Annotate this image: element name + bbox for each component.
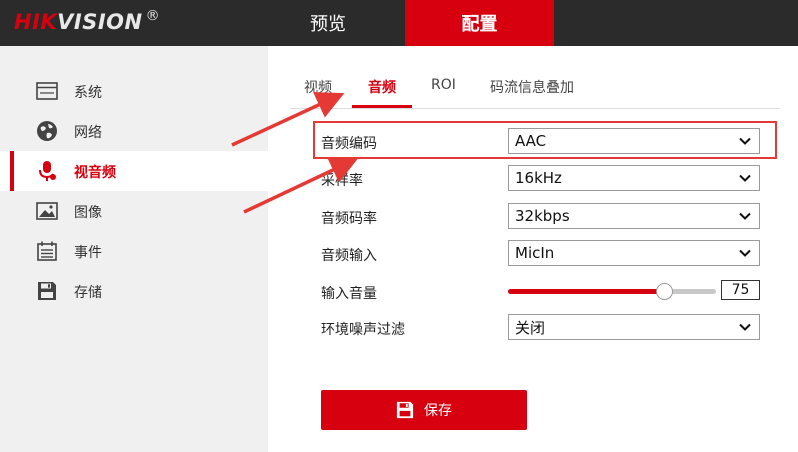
save-button[interactable]: 保存 — [321, 390, 527, 430]
hikvision-logo: HIK VISION ® — [14, 8, 160, 36]
globe-icon — [36, 121, 58, 141]
chevron-down-icon — [739, 137, 751, 145]
sidebar-item-label: 视音频 — [74, 165, 116, 181]
sidebar-item-system[interactable]: 系统 — [0, 71, 268, 111]
image-icon — [36, 201, 58, 221]
sidebar-item-event[interactable]: 事件 — [0, 231, 268, 271]
sidebar-item-image[interactable]: 图像 — [0, 191, 268, 231]
microphone-icon — [36, 161, 58, 181]
audio-encoding-select[interactable]: AAC — [508, 128, 760, 154]
floppy-disk-icon — [396, 401, 414, 419]
logo-vision-text: VISION — [57, 10, 143, 34]
input-volume-slider-fill — [508, 289, 664, 294]
chevron-down-icon — [739, 212, 751, 220]
chevron-down-icon — [739, 174, 751, 182]
chevron-down-icon — [739, 249, 751, 257]
audio-encoding-label: 音频编码 — [321, 136, 377, 152]
floppy-disk-icon — [36, 281, 58, 301]
sidebar: 系统 网络 视音频 图像 事件 存储 — [0, 46, 268, 452]
calendar-icon — [36, 241, 58, 261]
save-button-label: 保存 — [424, 403, 452, 419]
chevron-down-icon — [739, 323, 751, 331]
window-icon — [36, 81, 58, 101]
noise-filter-value: 关闭 — [515, 318, 546, 337]
noise-filter-select[interactable]: 关闭 — [508, 314, 760, 340]
tab-divider — [290, 108, 780, 109]
audio-input-select[interactable]: MicIn — [508, 240, 760, 266]
logo-registered-mark: ® — [145, 8, 161, 24]
logo-hik-text: HIK — [14, 10, 58, 34]
sidebar-item-label: 图像 — [74, 205, 102, 221]
input-volume-label: 输入音量 — [321, 286, 377, 302]
tab-roi[interactable]: ROI — [431, 77, 456, 107]
sidebar-item-storage[interactable]: 存储 — [0, 271, 268, 311]
input-volume-number[interactable]: 75 — [721, 280, 760, 300]
sample-rate-select[interactable]: 16kHz — [508, 165, 760, 191]
audio-encoding-value: AAC — [515, 132, 547, 150]
sample-rate-label: 采样率 — [321, 173, 363, 189]
nav-preview[interactable]: 预览 — [265, 0, 391, 46]
tab-audio[interactable]: 音频 — [368, 77, 396, 107]
nav-config[interactable]: 配置 — [405, 0, 554, 46]
sample-rate-value: 16kHz — [515, 169, 562, 187]
top-header: HIK VISION ® 预览 配置 — [0, 0, 798, 46]
noise-filter-label: 环境噪声过滤 — [321, 322, 405, 338]
sidebar-item-label: 系统 — [74, 85, 102, 101]
sidebar-item-label: 网络 — [74, 125, 102, 141]
audio-input-label: 音频输入 — [321, 248, 377, 264]
input-volume-slider[interactable] — [508, 289, 716, 294]
audio-bitrate-select[interactable]: 32kbps — [508, 203, 760, 229]
sidebar-item-network[interactable]: 网络 — [0, 111, 268, 151]
tab-stream-info-overlay[interactable]: 码流信息叠加 — [490, 77, 574, 107]
audio-bitrate-label: 音频码率 — [321, 211, 377, 227]
tab-video[interactable]: 视频 — [304, 77, 332, 107]
input-volume-slider-handle[interactable] — [655, 283, 673, 300]
audio-input-value: MicIn — [515, 244, 555, 262]
sidebar-item-video-audio[interactable]: 视音频 — [0, 151, 268, 191]
sidebar-item-label: 存储 — [74, 285, 102, 301]
active-tab-indicator — [352, 105, 412, 108]
audio-bitrate-value: 32kbps — [515, 207, 570, 225]
sidebar-item-label: 事件 — [74, 245, 102, 261]
